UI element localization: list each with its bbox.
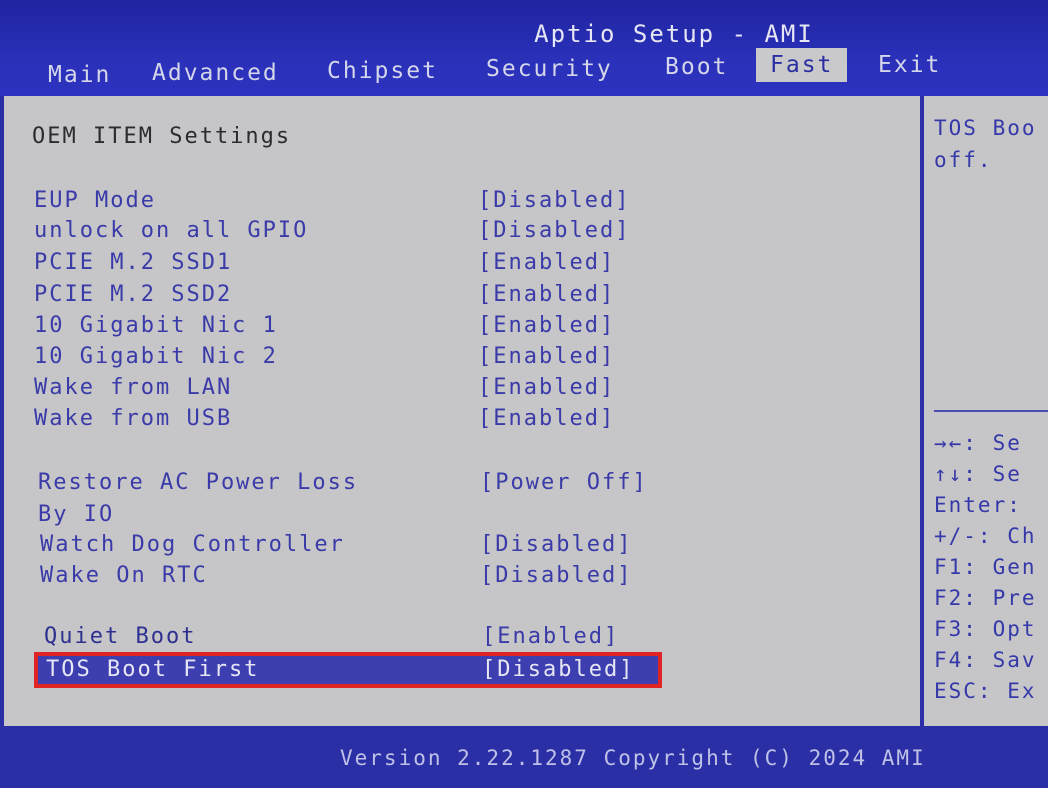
setting-value[interactable]: [Disabled]: [482, 657, 634, 682]
setting-value[interactable]: [Disabled]: [480, 532, 632, 557]
key-hint: F4: Sav: [934, 648, 1037, 672]
setting-row-wake-rtc[interactable]: Wake On RTC [Disabled]: [0, 563, 900, 593]
app-title: Aptio Setup - AMI: [534, 20, 814, 48]
version-text: Version 2.22.1287 Copyright (C) 2024 AMI: [340, 746, 926, 770]
help-line-2: off.: [934, 148, 993, 172]
key-hint: F2: Pre: [934, 586, 1037, 610]
setting-row-pcie-ssd1[interactable]: PCIE M.2 SSD1 [Enabled]: [0, 250, 900, 280]
tab-boot[interactable]: Boot: [651, 50, 742, 84]
setting-value[interactable]: [Disabled]: [480, 563, 632, 588]
setting-row-pcie-ssd2[interactable]: PCIE M.2 SSD2 [Enabled]: [0, 282, 900, 312]
setting-value[interactable]: [Enabled]: [482, 624, 619, 649]
setting-label: Wake from USB: [34, 406, 233, 431]
setting-label: 10 Gigabit Nic 1: [34, 313, 278, 338]
setting-row-unlock-gpio[interactable]: unlock on all GPIO [Disabled]: [0, 218, 900, 248]
key-hint: ESC: Ex: [934, 679, 1037, 703]
key-hint: F1: Gen: [934, 555, 1037, 579]
panel-divider: [920, 96, 924, 726]
tab-main[interactable]: Main: [34, 58, 125, 92]
setting-label: unlock on all GPIO: [34, 218, 309, 243]
tab-exit[interactable]: Exit: [864, 48, 955, 82]
key-hint: →←: Se: [934, 431, 1022, 455]
setting-label-line2: By IO: [38, 502, 115, 527]
setting-row-wake-lan[interactable]: Wake from LAN [Enabled]: [0, 375, 900, 405]
header-bar: Aptio Setup - AMI Main Advanced Chipset …: [0, 0, 1048, 96]
setting-label: Watch Dog Controller: [40, 532, 345, 557]
setting-label: Restore AC Power Loss: [38, 470, 359, 495]
setting-value[interactable]: [Enabled]: [478, 375, 615, 400]
setting-label: TOS Boot First: [46, 657, 260, 682]
setting-row-eup-mode[interactable]: EUP Mode [Disabled]: [0, 188, 900, 218]
tab-security[interactable]: Security: [472, 52, 627, 86]
setting-value[interactable]: [Enabled]: [478, 250, 615, 275]
setting-row-nic1[interactable]: 10 Gigabit Nic 1 [Enabled]: [0, 313, 900, 343]
setting-label: EUP Mode: [34, 188, 156, 213]
key-legend: →←: Se ↑↓: Se Enter: +/-: Ch F1: Gen F2:…: [934, 428, 1048, 707]
tab-chipset[interactable]: Chipset: [313, 54, 452, 88]
setting-label: PCIE M.2 SSD2: [34, 282, 233, 307]
setting-label: Quiet Boot: [44, 624, 197, 649]
setting-row-restore-ac[interactable]: Restore AC Power Loss By IO [Power Off]: [0, 470, 900, 530]
setting-row-quiet-boot[interactable]: Quiet Boot [Enabled]: [0, 624, 900, 654]
setting-label: Wake from LAN: [34, 375, 233, 400]
key-hint: +/-: Ch: [934, 524, 1037, 548]
setting-value[interactable]: [Power Off]: [480, 470, 648, 495]
tab-fast[interactable]: Fast: [756, 48, 848, 82]
section-title: OEM ITEM Settings: [32, 124, 292, 149]
setting-row-nic2[interactable]: 10 Gigabit Nic 2 [Enabled]: [0, 344, 900, 374]
setting-row-watchdog[interactable]: Watch Dog Controller [Disabled]: [0, 532, 900, 562]
setting-value[interactable]: [Enabled]: [478, 313, 615, 338]
footer-bar: Version 2.22.1287 Copyright (C) 2024 AMI: [0, 726, 1048, 788]
setting-row-tos-boot-first[interactable]: TOS Boot First [Disabled]: [34, 652, 662, 688]
setting-row-wake-usb[interactable]: Wake from USB [Enabled]: [0, 406, 900, 436]
help-line-1: TOS Boo: [934, 116, 1037, 140]
setting-label: 10 Gigabit Nic 2: [34, 344, 278, 369]
setting-label: PCIE M.2 SSD1: [34, 250, 233, 275]
setting-value[interactable]: [Disabled]: [478, 218, 630, 243]
setting-value[interactable]: [Enabled]: [478, 406, 615, 431]
key-hint: ↑↓: Se: [934, 462, 1022, 486]
help-separator: [934, 410, 1048, 412]
tab-bar: Main Advanced Chipset Security Boot Fast…: [0, 48, 1048, 92]
setting-value[interactable]: [Disabled]: [478, 188, 630, 213]
setting-value[interactable]: [Enabled]: [478, 344, 615, 369]
setting-value[interactable]: [Enabled]: [478, 282, 615, 307]
tab-advanced[interactable]: Advanced: [138, 56, 293, 90]
key-hint: Enter:: [934, 493, 1022, 517]
setting-label: Wake On RTC: [40, 563, 208, 588]
key-hint: F3: Opt: [934, 617, 1037, 641]
help-text: TOS Boo off.: [934, 112, 1048, 176]
